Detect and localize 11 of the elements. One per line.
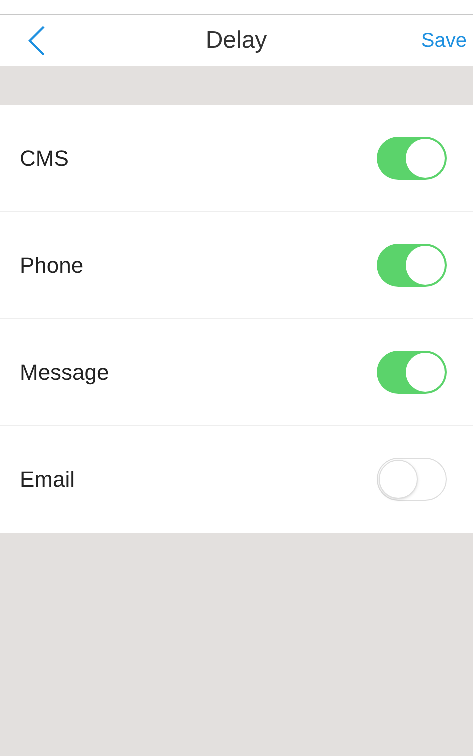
setting-label: Email [20, 466, 76, 494]
setting-label: CMS [20, 144, 69, 172]
save-button[interactable]: Save [421, 26, 467, 56]
toggle-switch[interactable] [377, 458, 447, 501]
toggle-switch[interactable] [377, 350, 447, 394]
back-icon [28, 24, 46, 56]
toggle-switch[interactable] [377, 136, 447, 180]
toggle-switch[interactable] [377, 244, 447, 286]
setting-label: Phone [20, 252, 84, 280]
setting-label: Message [20, 358, 110, 387]
screen-title: Delay [206, 26, 268, 56]
